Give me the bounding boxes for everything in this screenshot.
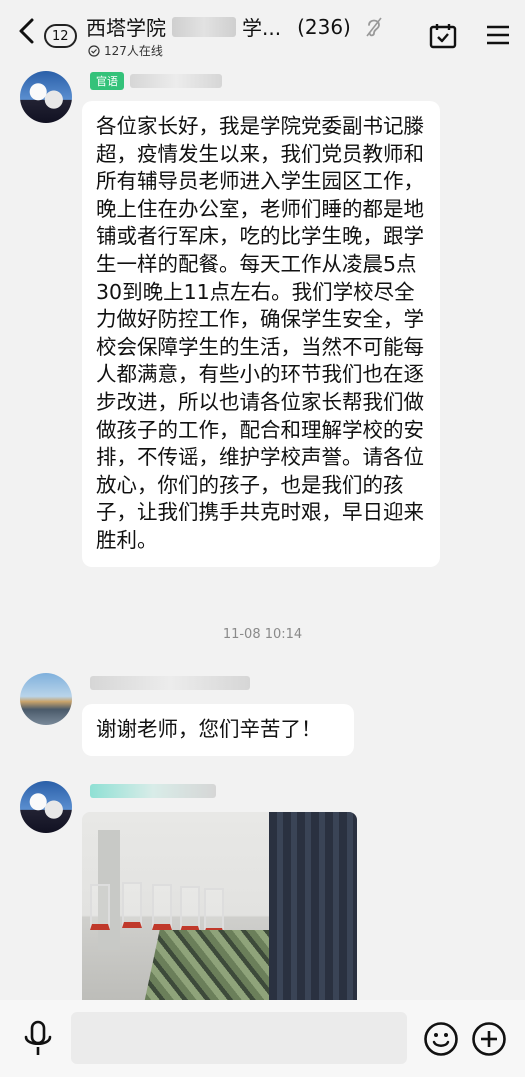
photo-chair [90,884,110,930]
chevron-left-icon [19,18,34,44]
chat-header: 12 西塔学院 学... (236) 127人在线 [0,0,525,62]
message-timestamp: 11-08 10:14 [222,627,303,642]
online-count: 127人在线 [104,44,163,58]
menu-button[interactable] [486,24,510,46]
input-bar [0,1000,525,1077]
online-check-icon [88,44,100,57]
title-suffix: 学... [242,16,282,40]
photo-chair [122,882,142,928]
sender-avatar[interactable] [20,71,72,123]
photo-chair [180,886,200,932]
sender-info: 官语 [90,72,222,90]
message-bubble[interactable]: 各位家长好，我是学院党委副书记滕超，疫情发生以来，我们党员教师和所有辅导员老师进… [82,101,440,567]
sender-name-redacted [90,784,216,798]
member-count: (236) [297,14,351,39]
chat-title[interactable]: 西塔学院 学... (236) [86,12,383,41]
sender-role-tag: 官语 [90,72,124,90]
title-redacted [172,16,236,37]
photo-curtain [269,812,357,1000]
more-button[interactable] [471,1021,507,1057]
title-prefix: 西塔学院 [86,16,166,40]
voice-button[interactable] [22,1020,54,1058]
sender-name-redacted [130,74,222,88]
microphone-icon [24,1020,52,1055]
emoji-icon [424,1022,458,1056]
photo-chair [204,888,224,934]
sender-info [90,676,250,690]
photo-chair [152,884,172,930]
back-button[interactable] [14,16,40,46]
online-status: 127人在线 [88,42,163,59]
mute-ear-icon [365,16,383,38]
emoji-button[interactable] [423,1021,459,1057]
sender-avatar[interactable] [20,781,72,833]
sender-name-redacted [90,676,250,690]
sender-avatar[interactable] [20,673,72,725]
calendar-button[interactable] [428,22,458,50]
plus-circle-icon [472,1022,506,1056]
message-bubble[interactable]: 谢谢老师，您们辛苦了！ [82,704,354,756]
sender-info [90,784,216,798]
calendar-check-icon [429,24,457,49]
menu-icon [487,25,509,45]
message-input[interactable] [71,1012,407,1064]
unread-count-badge[interactable]: 12 [44,24,77,48]
message-image[interactable] [82,812,357,1000]
